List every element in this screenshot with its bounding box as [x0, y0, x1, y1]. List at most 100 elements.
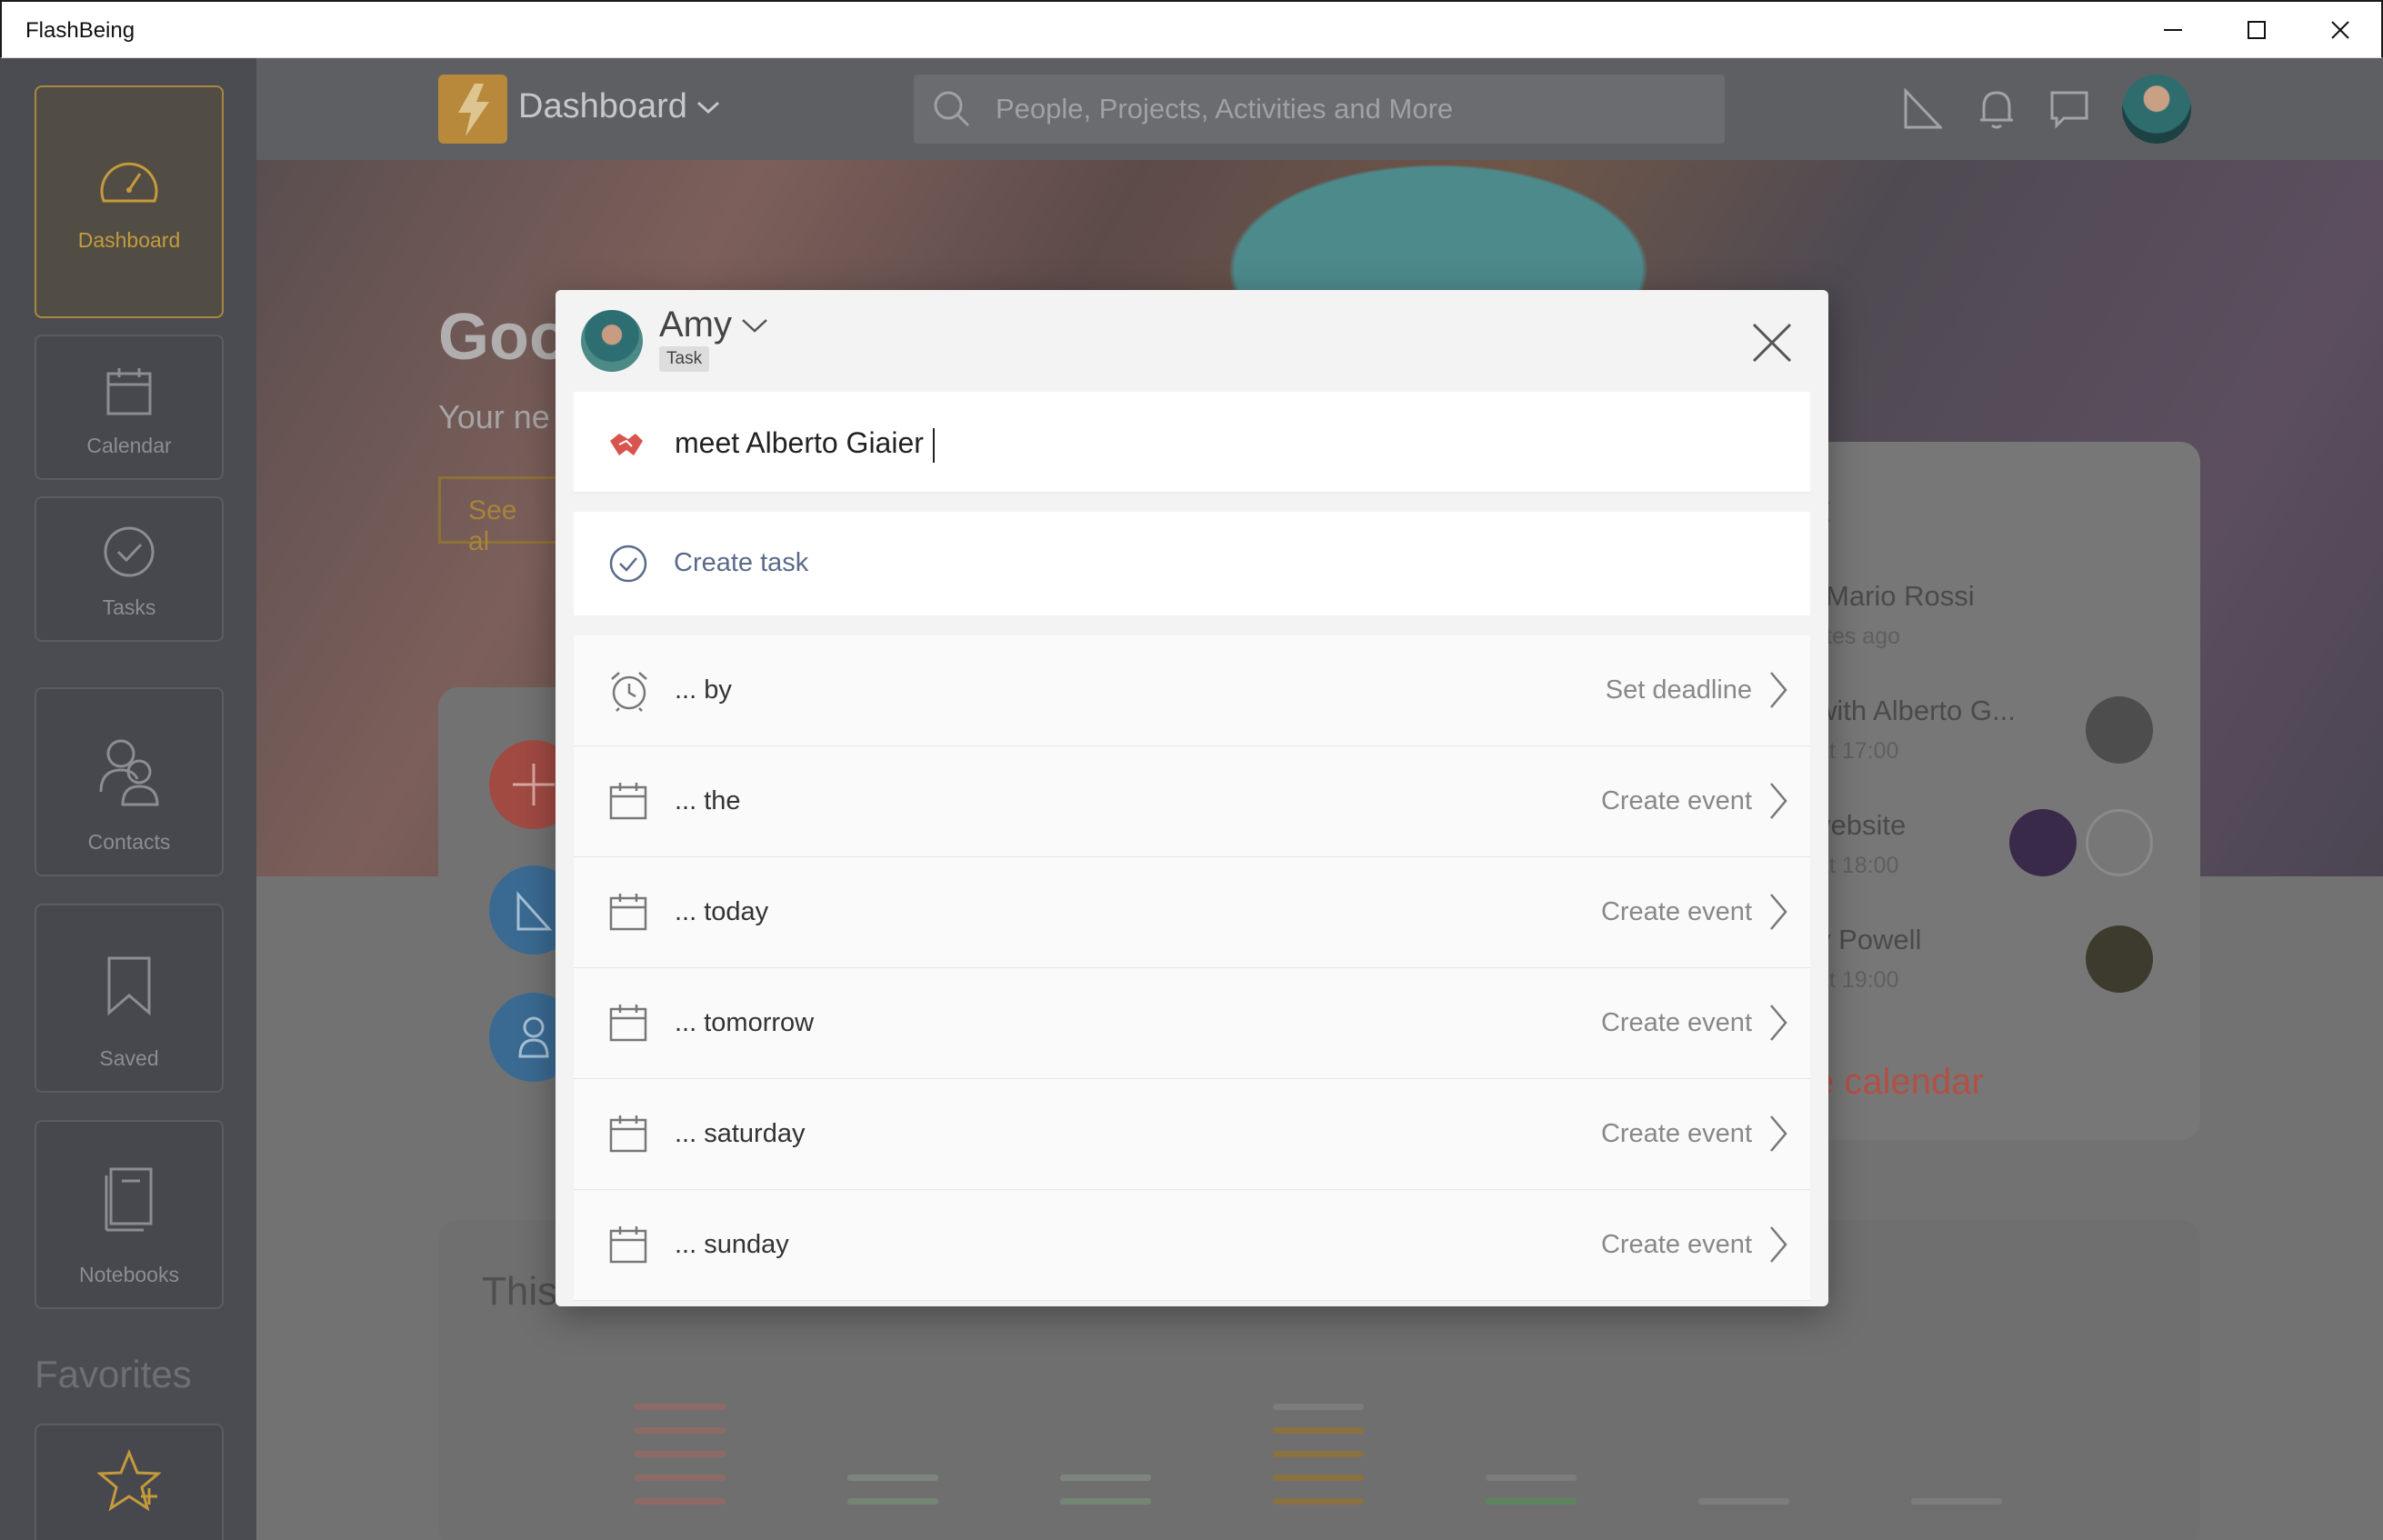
- suggestion-label: ... today: [675, 897, 769, 926]
- text-caret: [932, 427, 935, 463]
- event-title: y Powell: [1817, 924, 1922, 955]
- minimize-icon: [2164, 29, 2182, 31]
- suggestion-row-tomorrow[interactable]: ... tomorrow Create event: [574, 968, 1810, 1079]
- suggestion-action: Create event: [1600, 786, 1752, 815]
- user-avatar: [581, 310, 643, 372]
- sidebar-item-dashboard[interactable]: Dashboard: [35, 85, 224, 318]
- suggestion-row-saturday[interactable]: ... saturday Create event: [574, 1079, 1810, 1190]
- chart-bar: [1273, 1475, 1364, 1481]
- bell-icon[interactable]: [1977, 87, 2017, 131]
- event-title: with Alberto G...: [1817, 695, 2016, 726]
- see-all-button[interactable]: See al: [438, 476, 566, 556]
- sidebar-item-label: Dashboard: [77, 228, 181, 252]
- event-time: at 17:00: [1817, 738, 1899, 764]
- chevron-right-icon: [1770, 1226, 1787, 1263]
- chevron-down-icon: [696, 101, 719, 114]
- close-window-button[interactable]: [2298, 2, 2382, 58]
- task-input-field[interactable]: meet Alberto Giaier: [574, 392, 1810, 494]
- chat-icon[interactable]: [2049, 87, 2089, 131]
- suggestion-label: ... tomorrow: [675, 1008, 815, 1037]
- chevron-right-icon: [1770, 1115, 1787, 1152]
- suggestion-label: ... by: [675, 675, 732, 705]
- event-time: at 18:00: [1817, 853, 1899, 878]
- suggestion-action: Create event: [1600, 1008, 1752, 1037]
- handshake-icon: [610, 434, 643, 455]
- suggestion-label: ... saturday: [675, 1119, 806, 1148]
- close-icon: [2331, 21, 2349, 39]
- search-placeholder: People, Projects, Activities and More: [996, 93, 1454, 125]
- sidebar-item-calendar[interactable]: Calendar: [35, 335, 224, 480]
- sidebar-item-tasks[interactable]: Tasks: [35, 496, 224, 642]
- calendar-icon: [609, 1115, 647, 1153]
- user-selector[interactable]: Amy: [659, 305, 768, 345]
- sidebar-item-notebooks[interactable]: Notebooks: [35, 1120, 224, 1309]
- suggestion-row-today[interactable]: ... today Create event: [574, 857, 1810, 968]
- event-title: Mario Rossi: [1826, 580, 1975, 612]
- sidebar-item-label: Tasks: [102, 595, 156, 619]
- maximize-button[interactable]: [2215, 2, 2298, 58]
- chevron-down-icon: [742, 318, 767, 333]
- send-icon[interactable]: [1902, 87, 1942, 131]
- window-titlebar: FlashBeing: [0, 0, 2383, 58]
- suggestion-label: ... sunday: [675, 1230, 789, 1259]
- calendar-icon: [609, 783, 647, 820]
- chart-bar: [635, 1451, 726, 1457]
- user-avatar[interactable]: [2122, 75, 2191, 144]
- chart-bar: [635, 1498, 726, 1505]
- calendar-icon: [609, 1226, 647, 1264]
- create-task-button[interactable]: Create task: [574, 512, 1810, 615]
- star-add-icon: [97, 1449, 161, 1512]
- close-dialog-button[interactable]: [1748, 319, 1796, 366]
- dashboard-selector[interactable]: Dashboard: [518, 87, 720, 126]
- suggestion-list: ... by Set deadline ... the Create event…: [574, 635, 1810, 1301]
- contacts-icon: [99, 739, 159, 806]
- search-input[interactable]: People, Projects, Activities and More: [914, 75, 1725, 144]
- type-badge: Task: [659, 346, 710, 372]
- avatar: [2086, 809, 2153, 876]
- suggestion-row-the[interactable]: ... the Create event: [574, 746, 1810, 857]
- chart-bar: [1273, 1427, 1364, 1434]
- chart-bar: [635, 1475, 726, 1481]
- sidebar-item-saved[interactable]: Saved: [35, 904, 224, 1093]
- chart-bar: [1911, 1498, 2002, 1505]
- sidebar-item-contacts[interactable]: Contacts: [35, 687, 224, 876]
- maximize-icon: [2248, 21, 2266, 39]
- calendar-icon: [609, 1005, 647, 1042]
- calendar-icon: [106, 368, 152, 415]
- lightning-icon: [458, 84, 489, 136]
- sidebar-item-label: Contacts: [87, 830, 171, 854]
- greeting-subtitle: Your ne: [438, 398, 550, 435]
- chart-bar: [635, 1404, 726, 1410]
- suggestion-action: Create event: [1600, 1230, 1752, 1259]
- chart-bar: [1486, 1498, 1577, 1505]
- suggestion-row-sunday[interactable]: ... sunday Create event: [574, 1190, 1810, 1301]
- chart-bar: [1273, 1498, 1364, 1505]
- speedometer-icon: [100, 162, 158, 203]
- minimize-button[interactable]: [2131, 2, 2215, 58]
- check-circle-icon: [609, 545, 647, 583]
- next-events-card: xt Mario Rossi tes ago with Alberto G...…: [1773, 442, 2200, 1140]
- greeting-heading: Goo: [438, 301, 569, 374]
- app-logo: [438, 75, 507, 144]
- app-title: FlashBeing: [25, 18, 135, 43]
- suggestion-label: ... the: [675, 786, 741, 815]
- quick-create-dialog: Amy Task meet Alberto Giaier Create task…: [556, 290, 1828, 1306]
- suggestion-action: Create event: [1600, 897, 1752, 926]
- chart-bar: [847, 1498, 938, 1505]
- suggestion-row-by[interactable]: ... by Set deadline: [574, 635, 1810, 746]
- chevron-right-icon: [1770, 1005, 1787, 1041]
- event-time: at 19:00: [1817, 967, 1899, 993]
- search-icon: [934, 91, 970, 127]
- chevron-right-icon: [1770, 894, 1787, 930]
- check-circle-icon: [104, 526, 155, 577]
- sidebar-item-label: Calendar: [86, 434, 172, 457]
- user-name: Amy: [659, 305, 732, 345]
- chart-bar: [1273, 1404, 1364, 1410]
- chart-bar: [1060, 1498, 1151, 1505]
- open-calendar-link[interactable]: e calendar: [1814, 1062, 1984, 1103]
- add-favorite-button[interactable]: [35, 1424, 224, 1540]
- calendar-icon: [609, 894, 647, 931]
- sidebar-item-label: Saved: [99, 1046, 159, 1070]
- event-title: vebsite: [1817, 809, 1907, 841]
- bookmark-icon: [107, 956, 151, 1015]
